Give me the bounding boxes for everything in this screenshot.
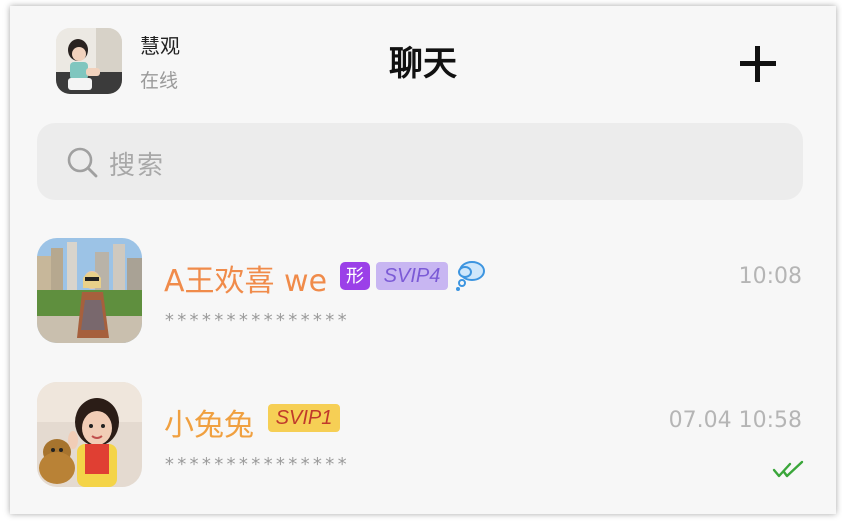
chat-time: 07.04 10:58 <box>668 408 802 433</box>
add-button[interactable] <box>738 44 778 84</box>
badge-xing: 形 <box>340 262 370 290</box>
header: 慧观 在线 聊天 <box>10 6 836 116</box>
chat-time: 10:08 <box>738 264 802 289</box>
cloud-icon <box>456 261 485 291</box>
vip-badge: SVIP1 <box>268 404 340 432</box>
search-icon <box>67 147 98 178</box>
chat-preview: *************** <box>164 454 350 475</box>
page-title: 聊天 <box>389 44 457 84</box>
search-bar[interactable]: 搜索 <box>37 123 803 200</box>
chat-name: A王欢喜 we <box>164 264 328 299</box>
chat-name: 小兔兔 <box>164 408 254 443</box>
search-placeholder: 搜索 <box>109 151 166 181</box>
avatar <box>37 238 142 343</box>
chat-screen: 慧观 在线 聊天 搜索 A王欢喜 we 形 SVIP4 10:08 ******… <box>10 6 836 514</box>
chat-list-item[interactable]: A王欢喜 we 形 SVIP4 10:08 *************** <box>10 228 836 368</box>
avatar <box>37 382 142 487</box>
vip-badge: SVIP4 <box>376 262 448 290</box>
plus-icon <box>740 46 776 82</box>
chat-list-item[interactable]: 小兔兔 SVIP1 07.04 10:58 *************** <box>10 372 836 512</box>
double-check-icon <box>772 460 804 478</box>
chat-preview: *************** <box>164 310 350 331</box>
